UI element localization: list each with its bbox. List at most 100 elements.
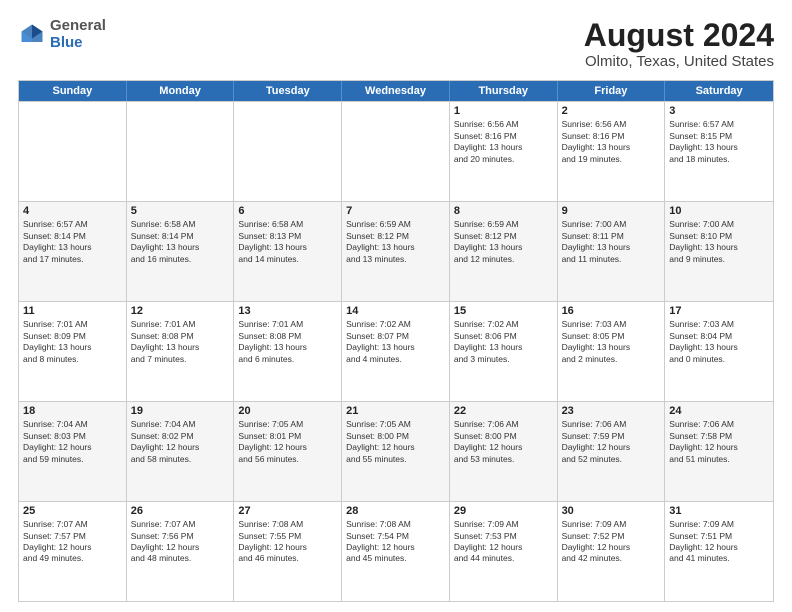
day-number: 1 [454,105,553,117]
day-info: Sunrise: 6:56 AM Sunset: 8:16 PM Dayligh… [562,119,661,165]
day-number: 2 [562,105,661,117]
day-number: 20 [238,405,337,417]
day-number: 5 [131,205,230,217]
day-number: 31 [669,505,769,517]
day-info: Sunrise: 7:09 AM Sunset: 7:51 PM Dayligh… [669,519,769,565]
day-info: Sunrise: 7:07 AM Sunset: 7:56 PM Dayligh… [131,519,230,565]
day-info: Sunrise: 7:03 AM Sunset: 8:05 PM Dayligh… [562,319,661,365]
day-number: 27 [238,505,337,517]
day-cell-26: 26 Sunrise: 7:07 AM Sunset: 7:56 PM Dayli… [127,502,235,601]
header: General Blue August 2024 Olmito, Texas, … [18,18,774,70]
day-cell-6: 6Sunrise: 6:58 AM Sunset: 8:13 PM Daylig… [234,202,342,301]
header-day-thursday: Thursday [450,81,558,101]
day-info: Sunrise: 7:01 AM Sunset: 8:08 PM Dayligh… [238,319,337,365]
day-cell-29: 29 Sunrise: 7:09 AM Sunset: 7:53 PM Dayli… [450,502,558,601]
day-info: Sunrise: 7:08 AM Sunset: 7:54 PM Dayligh… [346,519,445,565]
day-info: Sunrise: 6:59 AM Sunset: 8:12 PM Dayligh… [454,219,553,265]
header-day-tuesday: Tuesday [234,81,342,101]
day-cell-10: 10 Sunrise: 7:00 AM Sunset: 8:10 PM Dayli… [665,202,773,301]
day-cell-16: 16 Sunrise: 7:03 AM Sunset: 8:05 PM Dayli… [558,302,666,401]
day-number: 7 [346,205,445,217]
day-cell-7: 7Sunrise: 6:59 AM Sunset: 8:12 PM Daylig… [342,202,450,301]
day-info: Sunrise: 7:05 AM Sunset: 8:01 PM Dayligh… [238,419,337,465]
day-cell-24: 24 Sunrise: 7:06 AM Sunset: 7:58 PM Dayli… [665,402,773,501]
day-number: 15 [454,305,553,317]
day-cell-2: 2 Sunrise: 6:56 AM Sunset: 8:16 PM Daylig… [558,102,666,201]
day-cell-1: 1 Sunrise: 6:56 AM Sunset: 8:16 PM Daylig… [450,102,558,201]
day-info: Sunrise: 7:08 AM Sunset: 7:55 PM Dayligh… [238,519,337,565]
day-number: 26 [131,505,230,517]
day-number: 16 [562,305,661,317]
day-number: 25 [23,505,122,517]
day-info: Sunrise: 7:01 AM Sunset: 8:08 PM Dayligh… [131,319,230,365]
day-cell-3: 3 Sunrise: 6:57 AM Sunset: 8:15 PM Daylig… [665,102,773,201]
header-day-wednesday: Wednesday [342,81,450,101]
title-block: August 2024 Olmito, Texas, United States [584,18,774,70]
day-number: 13 [238,305,337,317]
day-cell-11: 11 Sunrise: 7:01 AM Sunset: 8:09 PM Dayli… [19,302,127,401]
header-day-saturday: Saturday [665,81,773,101]
day-cell-20: 20 Sunrise: 7:05 AM Sunset: 8:01 PM Dayli… [234,402,342,501]
day-cell-25: 25Sunrise: 7:07 AM Sunset: 7:57 PM Dayli… [19,502,127,601]
calendar-body: 1 Sunrise: 6:56 AM Sunset: 8:16 PM Daylig… [19,101,773,601]
day-cell-19: 19 Sunrise: 7:04 AM Sunset: 8:02 PM Dayli… [127,402,235,501]
day-info: Sunrise: 6:56 AM Sunset: 8:16 PM Dayligh… [454,119,553,165]
logo-icon [18,21,46,49]
day-cell-22: 22 Sunrise: 7:06 AM Sunset: 8:00 PM Dayli… [450,402,558,501]
header-day-monday: Monday [127,81,235,101]
logo: General Blue [18,18,106,51]
logo-blue: Blue [50,34,83,51]
empty-cell [127,102,235,201]
day-info: Sunrise: 7:01 AM Sunset: 8:09 PM Dayligh… [23,319,122,365]
day-info: Sunrise: 7:04 AM Sunset: 8:02 PM Dayligh… [131,419,230,465]
day-number: 23 [562,405,661,417]
day-number: 30 [562,505,661,517]
day-info: Sunrise: 7:00 AM Sunset: 8:10 PM Dayligh… [669,219,769,265]
day-info: Sunrise: 6:58 AM Sunset: 8:13 PM Dayligh… [238,219,337,265]
calendar-row-1: 4Sunrise: 6:57 AM Sunset: 8:14 PM Daylig… [19,201,773,301]
day-info: Sunrise: 7:04 AM Sunset: 8:03 PM Dayligh… [23,419,122,465]
header-day-sunday: Sunday [19,81,127,101]
day-cell-27: 27 Sunrise: 7:08 AM Sunset: 7:55 PM Dayli… [234,502,342,601]
calendar: SundayMondayTuesdayWednesdayThursdayFrid… [18,80,774,602]
day-number: 12 [131,305,230,317]
day-number: 4 [23,205,122,217]
day-cell-18: 18 Sunrise: 7:04 AM Sunset: 8:03 PM Dayli… [19,402,127,501]
day-number: 3 [669,105,769,117]
empty-cell [342,102,450,201]
calendar-row-3: 18 Sunrise: 7:04 AM Sunset: 8:03 PM Dayli… [19,401,773,501]
day-number: 22 [454,405,553,417]
day-info: Sunrise: 7:02 AM Sunset: 8:07 PM Dayligh… [346,319,445,365]
day-cell-15: 15 Sunrise: 7:02 AM Sunset: 8:06 PM Dayli… [450,302,558,401]
day-cell-28: 28Sunrise: 7:08 AM Sunset: 7:54 PM Dayli… [342,502,450,601]
day-info: Sunrise: 7:09 AM Sunset: 7:53 PM Dayligh… [454,519,553,565]
day-info: Sunrise: 6:57 AM Sunset: 8:15 PM Dayligh… [669,119,769,165]
calendar-header: SundayMondayTuesdayWednesdayThursdayFrid… [19,81,773,101]
logo-general: General [50,17,106,34]
page-subtitle: Olmito, Texas, United States [584,53,774,70]
day-number: 21 [346,405,445,417]
day-cell-12: 12 Sunrise: 7:01 AM Sunset: 8:08 PM Dayli… [127,302,235,401]
header-day-friday: Friday [558,81,666,101]
day-number: 14 [346,305,445,317]
empty-cell [234,102,342,201]
day-number: 19 [131,405,230,417]
day-number: 24 [669,405,769,417]
day-cell-8: 8Sunrise: 6:59 AM Sunset: 8:12 PM Daylig… [450,202,558,301]
day-number: 11 [23,305,122,317]
day-number: 10 [669,205,769,217]
day-info: Sunrise: 7:05 AM Sunset: 8:00 PM Dayligh… [346,419,445,465]
calendar-row-2: 11 Sunrise: 7:01 AM Sunset: 8:09 PM Dayli… [19,301,773,401]
day-number: 29 [454,505,553,517]
day-info: Sunrise: 6:58 AM Sunset: 8:14 PM Dayligh… [131,219,230,265]
day-info: Sunrise: 7:02 AM Sunset: 8:06 PM Dayligh… [454,319,553,365]
day-info: Sunrise: 7:06 AM Sunset: 7:58 PM Dayligh… [669,419,769,465]
logo-text: General Blue [50,18,106,51]
day-info: Sunrise: 7:06 AM Sunset: 8:00 PM Dayligh… [454,419,553,465]
day-number: 18 [23,405,122,417]
day-cell-31: 31 Sunrise: 7:09 AM Sunset: 7:51 PM Dayli… [665,502,773,601]
day-cell-4: 4Sunrise: 6:57 AM Sunset: 8:14 PM Daylig… [19,202,127,301]
day-number: 9 [562,205,661,217]
day-cell-23: 23Sunrise: 7:06 AM Sunset: 7:59 PM Dayli… [558,402,666,501]
day-cell-5: 5 Sunrise: 6:58 AM Sunset: 8:14 PM Daylig… [127,202,235,301]
